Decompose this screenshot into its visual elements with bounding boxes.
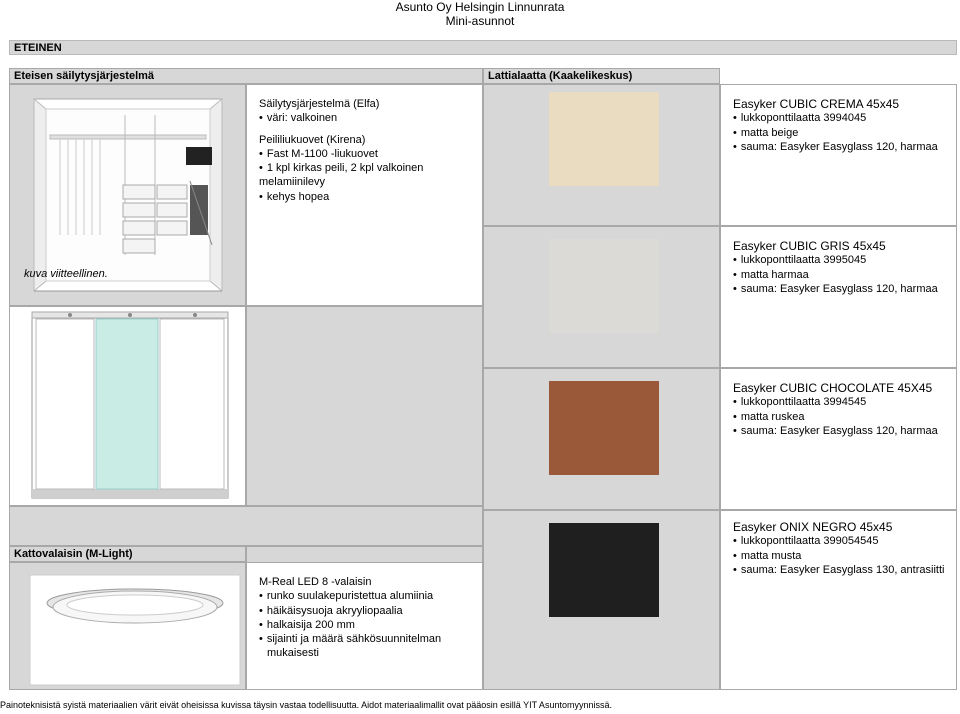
- disclaimer-footer: Painoteknisistä syistä materiaalien väri…: [0, 700, 612, 710]
- sliding-doors-illustration: [31, 311, 229, 499]
- tile-detail: lukkoponttilaatta 399054545: [733, 534, 944, 548]
- lighting-item: sijainti ja määrä sähkösuunnitelman: [259, 632, 441, 646]
- tile-detail: matta ruskea: [733, 410, 938, 424]
- doors-item: Fast M-1100 -liukuovet: [259, 147, 482, 161]
- storage-description: Säilytysjärjestelmä (Elfa) väri: valkoin…: [259, 97, 482, 204]
- storage-text-cell: Säilytysjärjestelmä (Elfa) väri: valkoin…: [246, 84, 483, 306]
- lighting-item: halkaisija 200 mm: [259, 618, 441, 632]
- tile-text-cell: Easyker CUBIC GRIS 45x45 lukkoponttilaat…: [720, 226, 957, 368]
- empty-cell: [9, 506, 483, 546]
- lighting-text-cell: M-Real LED 8 -valaisin runko suulakepuri…: [246, 562, 483, 690]
- tile-name: Easyker CUBIC CREMA 45x45: [733, 97, 900, 111]
- tile-detail: matta beige: [733, 126, 938, 140]
- lighting-item: runko suulakepuristettua alumiinia: [259, 589, 441, 603]
- tiles-panel-title: Lattialaatta (Kaakelikeskus): [483, 68, 720, 84]
- lighting-item-continuation: mukaisesti: [267, 647, 319, 660]
- lighting-description: M-Real LED 8 -valaisin runko suulakepuri…: [259, 575, 441, 661]
- project-subtitle: Mini-asunnot: [445, 14, 515, 28]
- project-name: Asunto Oy Helsingin Linnunrata: [395, 0, 565, 14]
- lighting-product-title: M-Real LED 8 -valaisin: [259, 576, 372, 588]
- tile-description: Easyker CUBIC CHOCOLATE 45X45 lukkopontt…: [733, 381, 938, 438]
- document-header: Asunto Oy Helsingin Linnunrata Mini-asun…: [0, 0, 960, 28]
- lighting-image-cell: [9, 562, 246, 690]
- tile-swatch-onix: [549, 523, 659, 617]
- tile-description: Easyker CUBIC CREMA 45x45 lukkoponttilaa…: [733, 97, 938, 154]
- tile-detail: sauma: Easyker Easyglass 120, harmaa: [733, 282, 938, 296]
- tile-image-cell: [483, 84, 720, 226]
- tile-detail: lukkoponttilaatta 3994545: [733, 395, 938, 409]
- tile-name: Easyker CUBIC GRIS 45x45: [733, 239, 886, 253]
- tile-image-cell: [483, 510, 720, 690]
- storage-system-item: väri: valkoinen: [259, 111, 482, 125]
- tile-detail: matta musta: [733, 549, 944, 563]
- tile-text-cell: Easyker CUBIC CREMA 45x45 lukkoponttilaa…: [720, 84, 957, 226]
- doors-item: 1 kpl kirkas peili, 2 kpl valkoinen mela…: [259, 161, 482, 190]
- tile-description: Easyker ONIX NEGRO 45x45 lukkoponttilaat…: [733, 520, 944, 577]
- empty-cell: [246, 306, 483, 506]
- tile-swatch-gris: [549, 239, 659, 333]
- tile-detail: lukkoponttilaatta 3994045: [733, 111, 938, 125]
- doors-title: Peililiukuovet (Kirena): [259, 133, 366, 146]
- storage-system-title: Säilytysjärjestelmä (Elfa): [259, 98, 380, 110]
- tile-text-cell: Easyker ONIX NEGRO 45x45 lukkoponttilaat…: [720, 510, 957, 690]
- storage-panel-title: Eteisen säilytysjärjestelmä: [9, 68, 483, 84]
- storage-image-cell: kuva viitteellinen.: [9, 84, 246, 306]
- tile-detail: lukkoponttilaatta 3995045: [733, 253, 938, 267]
- tile-image-cell: [483, 226, 720, 368]
- tile-image-cell: [483, 368, 720, 510]
- tile-description: Easyker CUBIC GRIS 45x45 lukkoponttilaat…: [733, 239, 938, 296]
- doors-image-cell: [9, 306, 246, 506]
- tile-detail: sauma: Easyker Easyglass 130, antrasiitt…: [733, 563, 945, 577]
- tile-text-cell: Easyker CUBIC CHOCOLATE 45X45 lukkopontt…: [720, 368, 957, 510]
- section-title: ETEINEN: [9, 40, 957, 55]
- tile-detail: sauma: Easyker Easyglass 120, harmaa: [733, 424, 938, 438]
- tile-name: Easyker ONIX NEGRO 45x45: [733, 520, 893, 534]
- tile-swatch-crema: [549, 92, 659, 186]
- storage-image-caption: kuva viitteellinen.: [24, 268, 108, 280]
- tile-swatch-chocolate: [549, 381, 659, 475]
- tile-detail: sauma: Easyker Easyglass 120, harmaa: [733, 140, 938, 154]
- doors-item: kehys hopea: [259, 190, 482, 204]
- ceiling-light-illustration: [29, 574, 241, 686]
- lighting-item: häikäisysuoja akryyliopaalia: [259, 604, 441, 618]
- tile-detail: matta harmaa: [733, 268, 938, 282]
- tile-name: Easyker CUBIC CHOCOLATE 45X45: [733, 381, 933, 395]
- lighting-panel-title: Kattovalaisin (M-Light): [9, 546, 246, 562]
